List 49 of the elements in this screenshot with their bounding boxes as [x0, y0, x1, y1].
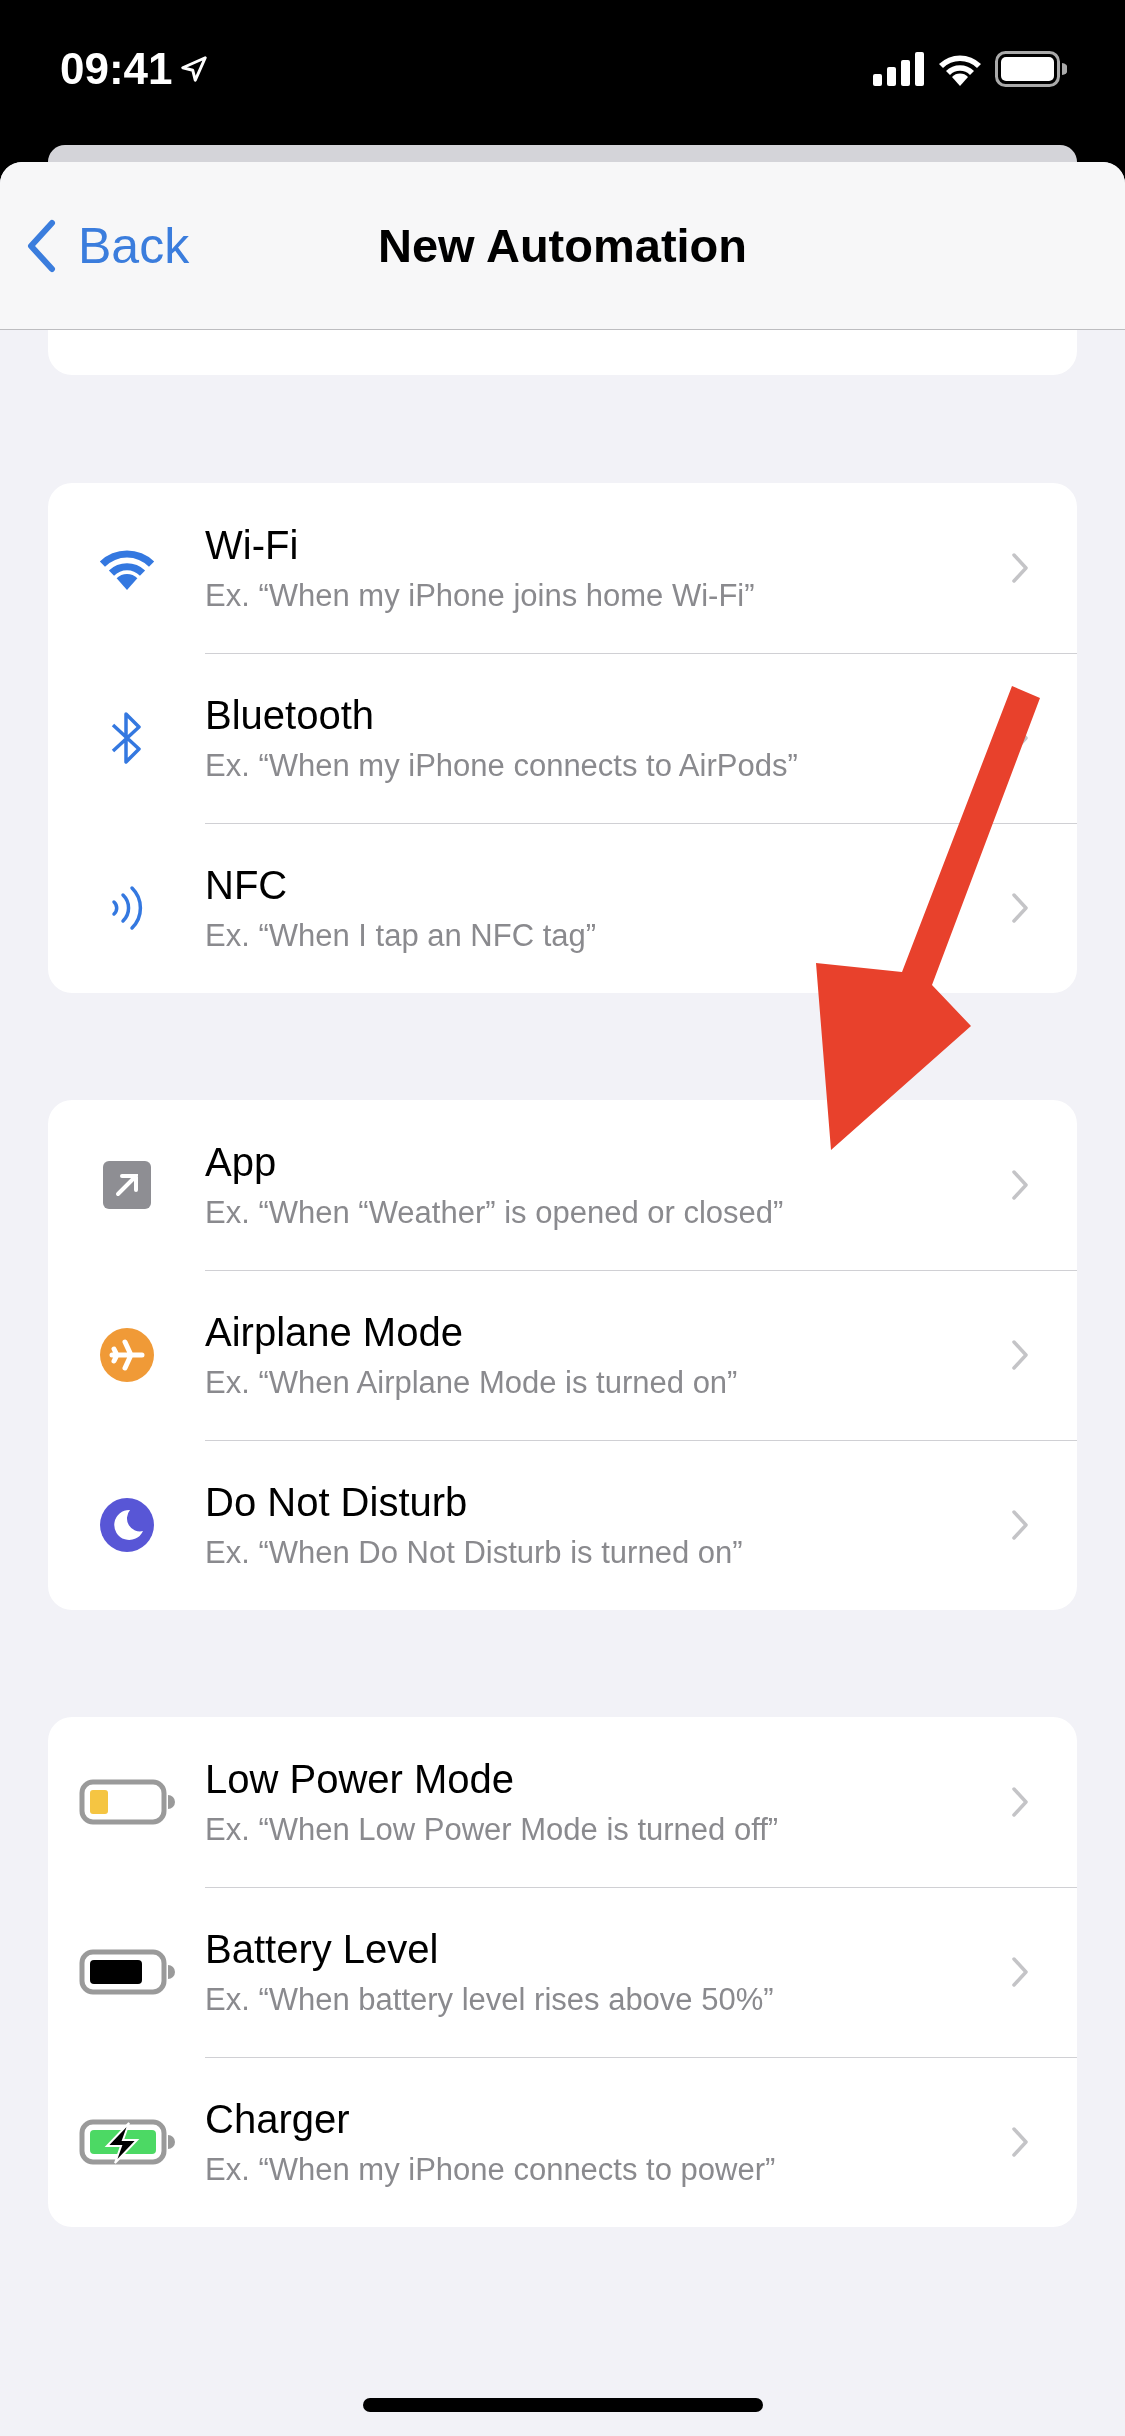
- chevron-right-icon: [1011, 1786, 1029, 1818]
- trigger-example: Ex. “When Low Power Mode is turned off”: [205, 1811, 780, 1848]
- clock-time: 09:41: [60, 43, 173, 94]
- trigger-example: Ex. “When Do Not Disturb is turned on”: [205, 1534, 744, 1571]
- chevron-right-icon: [1011, 1339, 1029, 1371]
- trigger-title: App: [205, 1139, 278, 1185]
- chevron-right-icon: [1011, 1509, 1029, 1541]
- chevron-left-icon: [26, 218, 56, 273]
- bluetooth-icon: [109, 710, 144, 766]
- trigger-example: Ex. “When I tap an NFC tag”: [205, 917, 598, 954]
- trigger-example: Ex. “When my iPhone connects to power”: [205, 2151, 777, 2188]
- battery-icon: [78, 1779, 175, 1825]
- trigger-row[interactable]: NFC Ex. “When I tap an NFC tag”: [48, 823, 1077, 993]
- trigger-example: Ex. “When “Weather” is opened or closed”: [205, 1194, 785, 1231]
- trigger-title: Wi-Fi: [205, 522, 300, 568]
- signal-icon: [873, 51, 925, 86]
- trigger-row[interactable]: Bluetooth Ex. “When my iPhone connects to AirPods”: [48, 653, 1077, 823]
- trigger-row[interactable]: Airplane Mode Ex. “When Airplane Mode is turned on”: [48, 1270, 1077, 1440]
- back-button[interactable]: Back: [26, 162, 190, 329]
- chevron-right-icon: [1011, 552, 1029, 584]
- trigger-row[interactable]: App Ex. “When “Weather” is opened or closed”: [48, 1100, 1077, 1270]
- trigger-row[interactable]: Charger Ex. “When my iPhone connects to power”: [48, 2057, 1077, 2227]
- chevron-right-icon: [1011, 1169, 1029, 1201]
- trigger-title: Do Not Disturb: [205, 1479, 469, 1525]
- moon-icon: [99, 1498, 154, 1552]
- trigger-example: Ex. “When battery level rises above 50%”: [205, 1981, 775, 2018]
- battery-icon: [995, 50, 1067, 87]
- trigger-row[interactable]: Battery Level Ex. “When battery level rises above 50%”: [48, 1887, 1077, 2057]
- trigger-title: Battery Level: [205, 1926, 440, 1972]
- trigger-title: NFC: [205, 862, 289, 908]
- trigger-example: Ex. “When my iPhone joins home Wi-Fi”: [205, 577, 756, 614]
- battery-icon: [78, 1949, 175, 1995]
- charging-battery-icon: [78, 2119, 175, 2165]
- trigger-example: Ex. “When my iPhone connects to AirPods”: [205, 747, 799, 784]
- nfc-icon: [109, 883, 144, 933]
- trigger-row[interactable]: Do Not Disturb Ex. “When Do Not Disturb is turned on”: [48, 1440, 1077, 1610]
- chevron-right-icon: [1011, 2126, 1029, 2158]
- trigger-row[interactable]: Low Power Mode Ex. “When Low Power Mode is turned off”: [48, 1717, 1077, 1887]
- chevron-right-icon: [1011, 1956, 1029, 1988]
- airplane-icon: [99, 1328, 154, 1382]
- trigger-title: Bluetooth: [205, 692, 376, 738]
- screen-title: New Automation: [378, 218, 747, 273]
- trigger-example: Ex. “When Airplane Mode is turned on”: [205, 1364, 739, 1401]
- trigger-row[interactable]: Wi-Fi Ex. “When my iPhone joins home Wi-Fi”: [48, 483, 1077, 653]
- chevron-right-icon: [1011, 892, 1029, 924]
- trigger-title: Airplane Mode: [205, 1309, 464, 1355]
- trigger-title: Low Power Mode: [205, 1756, 516, 1802]
- trigger-title: Charger: [205, 2096, 351, 2142]
- location-arrow-icon: [178, 53, 209, 84]
